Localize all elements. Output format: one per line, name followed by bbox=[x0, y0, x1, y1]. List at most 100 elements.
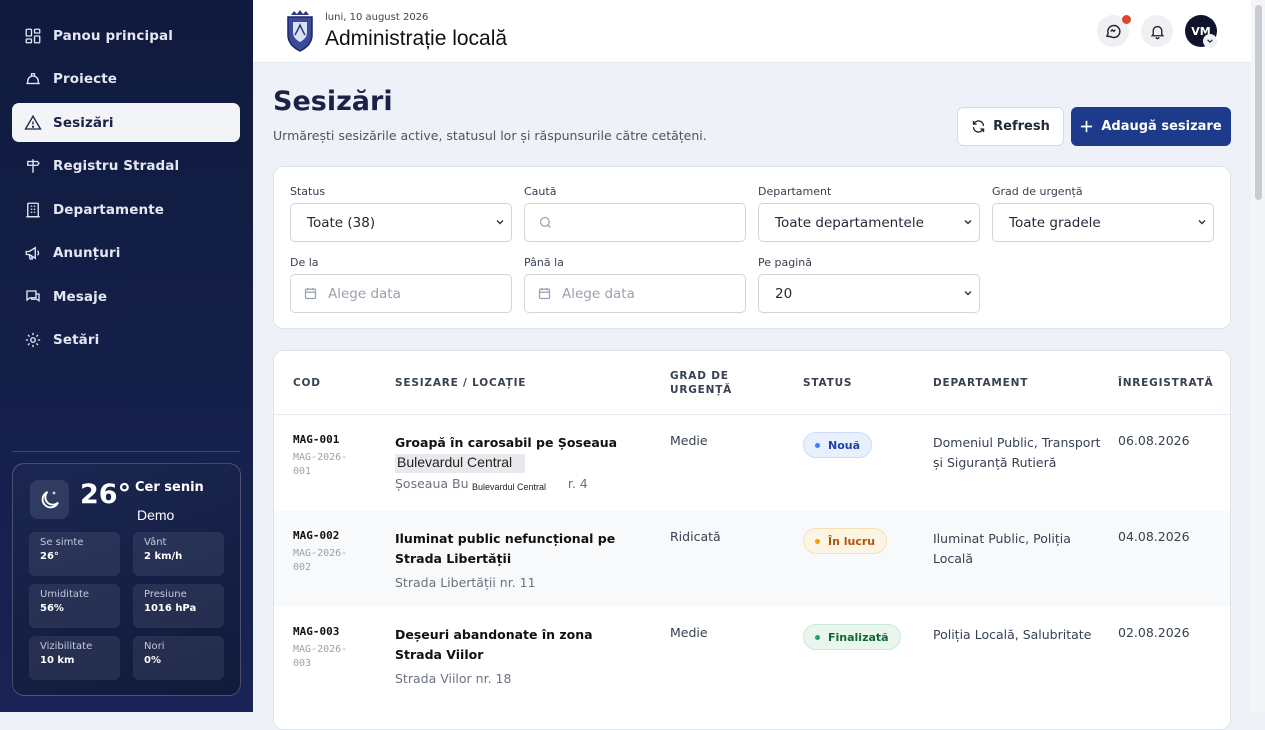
chevron-down-icon[interactable] bbox=[1203, 34, 1217, 48]
sidebar-item-setari[interactable]: Setări bbox=[12, 321, 240, 360]
location-tooltip: Bulevardul Central bbox=[395, 454, 525, 473]
weather-cell-value: 0% bbox=[144, 655, 161, 666]
row-date: 02.08.2026 bbox=[1118, 625, 1190, 640]
weather-feels-like: Se simte 26° bbox=[29, 532, 120, 576]
row-code-full: MAG-2026-003 bbox=[293, 644, 348, 669]
status-badge-label: Nouă bbox=[828, 438, 861, 452]
row-urgency: Ridicată bbox=[670, 529, 721, 544]
department-select-value: Toate departamentele bbox=[775, 214, 924, 231]
scrollbar-thumb[interactable] bbox=[1255, 5, 1262, 200]
department-select[interactable]: Toate departamentele bbox=[758, 203, 980, 242]
table-row[interactable]: MAG-003 MAG-2026-003 Deșeuri abandonate … bbox=[274, 607, 1230, 702]
urgency-select-value: Toate gradele bbox=[1009, 214, 1101, 231]
row-title[interactable]: Iluminat public nefuncțional pe Strada L… bbox=[395, 529, 635, 569]
status-badge: Nouă bbox=[803, 432, 873, 458]
status-badge: În lucru bbox=[803, 528, 888, 554]
column-header-report[interactable]: SESIZARE / LOCAȚIE bbox=[395, 351, 526, 414]
weather-cell-value: 2 km/h bbox=[144, 551, 183, 562]
department-filter-label: Departament bbox=[758, 185, 832, 198]
sidebar-item-registru-stradal[interactable]: Registru Stradal bbox=[12, 147, 240, 186]
date-to-label: Până la bbox=[524, 256, 564, 269]
sidebar-item-label: Anunțuri bbox=[53, 245, 121, 261]
weather-cell-label: Vânt bbox=[144, 537, 167, 548]
location-tooltip-small: Bulevardul Central bbox=[470, 482, 565, 495]
sidebar-item-label: Departamente bbox=[53, 201, 164, 218]
sidebar-item-label: Setări bbox=[53, 332, 100, 348]
status-dot bbox=[815, 442, 820, 448]
column-header-code[interactable]: COD bbox=[293, 351, 321, 414]
sidebar-item-panou-principal[interactable]: Panou principal bbox=[12, 16, 240, 55]
row-location: Strada Libertății nr. 11 bbox=[395, 575, 536, 590]
search-icon bbox=[539, 216, 551, 228]
date-to-input[interactable]: Alege data bbox=[524, 274, 746, 313]
sidebar-item-label: Panou principal bbox=[53, 27, 173, 44]
notification-dot bbox=[1122, 15, 1131, 24]
gear-icon bbox=[25, 332, 41, 348]
sidebar-nav: Panou principal Proiecte Sesizări Regist… bbox=[12, 16, 240, 364]
calendar-icon bbox=[538, 287, 551, 300]
page-subtitle: Urmărești sesizările active, statusul lo… bbox=[273, 128, 707, 143]
weather-location: Demo bbox=[137, 507, 175, 523]
row-date: 06.08.2026 bbox=[1118, 433, 1190, 448]
page-title: Sesizări bbox=[273, 86, 393, 117]
building-icon bbox=[26, 202, 40, 217]
weather-cell-label: Se simte bbox=[40, 537, 84, 548]
weather-clouds: Nori 0% bbox=[133, 636, 224, 680]
weather-cell-label: Vizibilitate bbox=[40, 641, 93, 652]
date-from-input[interactable]: Alege data bbox=[290, 274, 512, 313]
bell-icon bbox=[1150, 25, 1164, 39]
row-code-full: MAG-2026-002 bbox=[293, 548, 348, 573]
per-page-label: Pe pagină bbox=[758, 256, 812, 269]
urgency-select[interactable]: Toate gradele bbox=[992, 203, 1214, 242]
status-select[interactable]: Toate (38) bbox=[290, 203, 512, 242]
sidebar-item-label: Registru Stradal bbox=[53, 158, 180, 174]
add-report-button[interactable]: Adaugă sesizare bbox=[1071, 107, 1231, 146]
row-department: Iluminat Public, Poliția Locală bbox=[933, 531, 1071, 566]
row-department: Poliția Locală, Salubritate bbox=[933, 627, 1092, 642]
sidebar-item-label: Sesizări bbox=[53, 114, 114, 131]
sidebar-item-label: Mesaje bbox=[53, 288, 108, 305]
chevron-down-icon bbox=[964, 220, 972, 225]
reports-table: COD SESIZARE / LOCAȚIE GRAD DE URGENȚĂ S… bbox=[273, 350, 1231, 730]
column-header-status[interactable]: STATUS bbox=[803, 351, 852, 414]
sidebar-item-mesaje[interactable]: Mesaje bbox=[12, 277, 240, 316]
row-title[interactable]: Groapă în carosabil pe Șoseaua bbox=[395, 433, 635, 453]
helmet-icon bbox=[26, 73, 40, 85]
weather-cell-label: Presiune bbox=[144, 589, 187, 600]
chat-icon bbox=[26, 289, 40, 302]
chat-bubble-icon bbox=[1106, 24, 1121, 39]
sidebar-item-sesizari[interactable]: Sesizări bbox=[12, 103, 240, 142]
status-badge-label: Finalizată bbox=[828, 630, 889, 644]
sidebar-item-departamente[interactable]: Departamente bbox=[12, 190, 240, 229]
column-header-registered[interactable]: ÎNREGISTRATĂ bbox=[1118, 351, 1214, 414]
sidebar-item-label: Proiecte bbox=[53, 71, 118, 87]
warning-icon bbox=[24, 114, 42, 130]
status-dot bbox=[815, 634, 820, 640]
plus-icon bbox=[1081, 120, 1093, 133]
table-row[interactable]: MAG-002 MAG-2026-002 Iluminat public nef… bbox=[274, 511, 1230, 606]
search-input[interactable] bbox=[524, 203, 746, 242]
row-title[interactable]: Deșeuri abandonate în zona Strada Viilor bbox=[395, 625, 635, 665]
status-select-value: Toate (38) bbox=[307, 214, 376, 231]
signpost-icon bbox=[27, 159, 40, 173]
top-header: luni, 10 august 2026 Administrație local… bbox=[253, 0, 1251, 63]
sidebar-item-anunturi[interactable]: Anunțuri bbox=[12, 234, 240, 273]
weather-temperature: 26° bbox=[80, 479, 132, 510]
row-code: MAG-003 bbox=[293, 625, 340, 638]
notifications-button[interactable] bbox=[1141, 15, 1173, 47]
megaphone-icon bbox=[25, 246, 40, 260]
table-row[interactable]: MAG-001 MAG-2026-001 Groapă în carosabil… bbox=[274, 415, 1230, 510]
weather-cell-value: 26° bbox=[40, 551, 59, 562]
chevron-down-icon bbox=[496, 220, 504, 225]
row-urgency: Medie bbox=[670, 433, 708, 448]
weather-widget: 26° Cer senin Demo Se simte 26° Vânt 2 k… bbox=[12, 463, 241, 696]
column-header-urgency[interactable]: GRAD DE URGENȚĂ bbox=[670, 351, 750, 414]
calendar-icon bbox=[304, 287, 317, 300]
weather-humidity: Umiditate 56% bbox=[29, 584, 120, 628]
column-header-department[interactable]: DEPARTAMENT bbox=[933, 351, 1028, 414]
chevron-down-icon bbox=[964, 291, 972, 296]
sidebar-divider bbox=[12, 451, 240, 452]
per-page-select[interactable]: 20 bbox=[758, 274, 980, 313]
refresh-button[interactable]: Refresh bbox=[957, 107, 1064, 146]
sidebar-item-proiecte[interactable]: Proiecte bbox=[12, 60, 240, 99]
